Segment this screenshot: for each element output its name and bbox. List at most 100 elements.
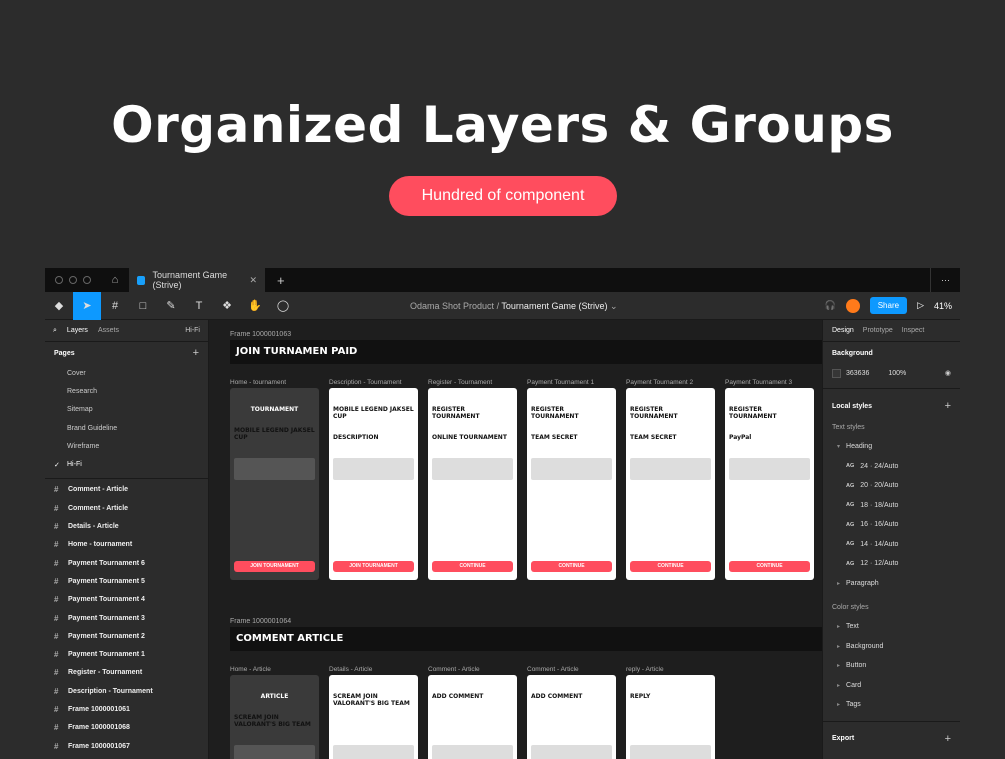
components-icon[interactable]: ❖ xyxy=(213,292,241,320)
tab-layers[interactable]: Layers xyxy=(67,327,88,334)
color-style-group[interactable]: ▸ Tags xyxy=(832,695,951,715)
screen-thumbnail[interactable]: MOBILE LEGEND JAKSEL CUP DESCRIPTION JOIN … xyxy=(329,388,418,580)
screen-thumbnail[interactable]: REPLY xyxy=(626,675,715,759)
layer-row[interactable]: # Payment Tournament 6 xyxy=(45,554,208,572)
screen-label[interactable]: Description - Tournament xyxy=(329,379,402,386)
screen-label[interactable]: Details - Article xyxy=(329,666,372,673)
file-name[interactable]: Tournament Game (Strive) xyxy=(501,301,607,311)
shape-tool-icon[interactable]: □ xyxy=(129,292,157,320)
figma-file-icon xyxy=(137,275,145,285)
project-name[interactable]: Odama Shot Product xyxy=(410,301,494,311)
text-tool-icon[interactable]: T xyxy=(185,292,213,320)
color-style-group[interactable]: ▸ Card xyxy=(832,676,951,696)
screen-thumbnail[interactable]: REGISTER TOURNAMENT TEAM SECRET CONTINUE xyxy=(626,388,715,580)
layer-row[interactable]: # Frame 1000001068 xyxy=(45,719,208,737)
screen-label[interactable]: Payment Tournament 1 xyxy=(527,379,594,386)
style-group-paragraph[interactable]: ▸ Paragraph xyxy=(832,574,951,594)
screen-thumbnail[interactable]: REGISTER TOURNAMENT TEAM SECRET CONTINUE xyxy=(527,388,616,580)
layer-row[interactable]: # Frame 1000001061 xyxy=(45,700,208,718)
layer-row[interactable]: # Payment Tournament 4 xyxy=(45,591,208,609)
color-style-group[interactable]: ▸ Text xyxy=(832,617,951,637)
color-style-group[interactable]: ▸ Button xyxy=(832,656,951,676)
style-group-heading[interactable]: ▾ Heading xyxy=(832,437,951,457)
background-row[interactable]: 363636 100% ◉ xyxy=(832,364,951,382)
screen-thumbnail[interactable]: REGISTER TOURNAMENT PayPal CONTINUE xyxy=(725,388,814,580)
canvas[interactable]: Frame 1000001063 JOIN TURNAMEN PAID Home… xyxy=(209,320,822,759)
screen-label[interactable]: Payment Tournament 2 xyxy=(626,379,693,386)
layer-row[interactable]: # Payment Tournament 3 xyxy=(45,609,208,627)
screen-thumbnail[interactable]: TOURNAMENT MOBILE LEGEND JAKSEL CUP JOIN T… xyxy=(230,388,319,580)
page-item[interactable]: Wireframe xyxy=(45,437,208,455)
text-style-item[interactable]: AG 12 · 12/Auto xyxy=(832,554,951,574)
page-item[interactable]: Brand Guideline xyxy=(45,419,208,437)
play-icon[interactable]: ▷ xyxy=(917,300,924,311)
layer-row[interactable]: # Register - Tournament xyxy=(45,664,208,682)
add-export-button[interactable]: + xyxy=(945,733,951,745)
layer-row[interactable]: # Home - tournament xyxy=(45,536,208,554)
page-item[interactable]: Research xyxy=(45,382,208,400)
more-icon[interactable]: ⋯ xyxy=(930,268,960,292)
layer-row[interactable]: # Payment Tournament 1 xyxy=(45,645,208,663)
screen-label[interactable]: Comment - Article xyxy=(527,666,579,673)
text-style-item[interactable]: AG 24 · 24/Auto xyxy=(832,457,951,477)
zoom-level[interactable]: 41% xyxy=(934,301,952,311)
page-item[interactable]: ✓ Hi-Fi xyxy=(45,455,208,473)
add-style-button[interactable]: + xyxy=(945,400,951,412)
layer-row[interactable]: # Payment Tournament 5 xyxy=(45,572,208,590)
screen-thumbnail[interactable]: REGISTER TOURNAMENT ONLINE TOURNAMENT CONT… xyxy=(428,388,517,580)
avatar[interactable] xyxy=(845,298,860,313)
frame-tool-icon[interactable]: # xyxy=(101,292,129,320)
pen-tool-icon[interactable]: ✎ xyxy=(157,292,185,320)
headphones-icon[interactable]: 🎧 xyxy=(824,300,835,311)
move-tool-icon[interactable]: ➤ xyxy=(73,291,101,320)
tab-inspect[interactable]: Inspect xyxy=(902,327,925,334)
layer-row[interactable]: # Comment - Article xyxy=(45,499,208,517)
layer-row[interactable]: # Frame 1000001067 xyxy=(45,737,208,755)
screen-thumbnail[interactable]: ADD COMMENT xyxy=(527,675,616,759)
text-style-label: 16 · 16/Auto xyxy=(860,521,899,529)
screen-label[interactable]: Comment - Article xyxy=(428,666,480,673)
color-swatch[interactable] xyxy=(832,368,841,378)
screen-label[interactable]: Home - Article xyxy=(230,666,271,673)
share-button[interactable]: Share xyxy=(869,297,908,314)
layer-row[interactable]: # Payment Tournament 2 xyxy=(45,627,208,645)
screen-label[interactable]: Register - Tournament xyxy=(428,379,492,386)
page-item[interactable]: Sitemap xyxy=(45,401,208,419)
chevron-down-icon[interactable]: ⌄ xyxy=(610,301,618,311)
tab-assets[interactable]: Assets xyxy=(98,327,119,334)
text-style-item[interactable]: AG 20 · 20/Auto xyxy=(832,476,951,496)
close-tab-icon[interactable]: ✕ xyxy=(249,275,257,286)
hand-tool-icon[interactable]: ✋ xyxy=(241,292,269,320)
figma-menu-icon[interactable]: ◆ xyxy=(45,292,73,320)
layer-row[interactable]: # Comment - Article xyxy=(45,481,208,499)
home-icon[interactable]: ⌂ xyxy=(101,268,129,292)
page-switcher[interactable]: Hi-Fi xyxy=(185,327,200,334)
file-tab[interactable]: Tournament Game (Strive) ✕ xyxy=(129,268,265,292)
comment-tool-icon[interactable]: ◯ xyxy=(269,292,297,320)
tab-design[interactable]: Design xyxy=(832,327,854,334)
bg-opacity[interactable]: 100% xyxy=(888,370,906,377)
text-style-item[interactable]: AG 18 · 18/Auto xyxy=(832,496,951,516)
text-style-item[interactable]: AG 16 · 16/Auto xyxy=(832,515,951,535)
eye-icon[interactable]: ◉ xyxy=(945,369,951,377)
screen-thumbnail[interactable]: ADD COMMENT xyxy=(428,675,517,759)
layer-row[interactable]: # Details - Article xyxy=(45,517,208,535)
page-item[interactable]: Cover xyxy=(45,364,208,382)
frame-label[interactable]: Frame 1000001064 xyxy=(230,618,291,625)
screen-title: REGISTER TOURNAMENT xyxy=(729,406,777,420)
screen-thumbnail[interactable]: ARTICLE SCREAM JOIN VALORANT'S BIG TEAM xyxy=(230,675,319,759)
bg-hex[interactable]: 363636 xyxy=(846,370,869,377)
color-style-group[interactable]: ▸ Background xyxy=(832,637,951,657)
screen-label[interactable]: Payment Tournament 3 xyxy=(725,379,792,386)
frame-label[interactable]: Frame 1000001063 xyxy=(230,331,291,338)
screen-thumbnail[interactable]: SCREAM JOIN VALORANT'S BIG TEAM xyxy=(329,675,418,759)
search-icon[interactable]: ⌕ xyxy=(53,327,57,335)
screen-label[interactable]: Home - tournament xyxy=(230,379,286,386)
add-page-button[interactable]: + xyxy=(193,347,199,359)
screen-label[interactable]: reply - Article xyxy=(626,666,664,673)
tab-prototype[interactable]: Prototype xyxy=(863,327,893,334)
window-controls[interactable] xyxy=(45,276,101,284)
new-tab-button[interactable]: + xyxy=(265,273,297,288)
layer-row[interactable]: # Description - Tournament xyxy=(45,682,208,700)
text-style-item[interactable]: AG 14 · 14/Auto xyxy=(832,535,951,555)
